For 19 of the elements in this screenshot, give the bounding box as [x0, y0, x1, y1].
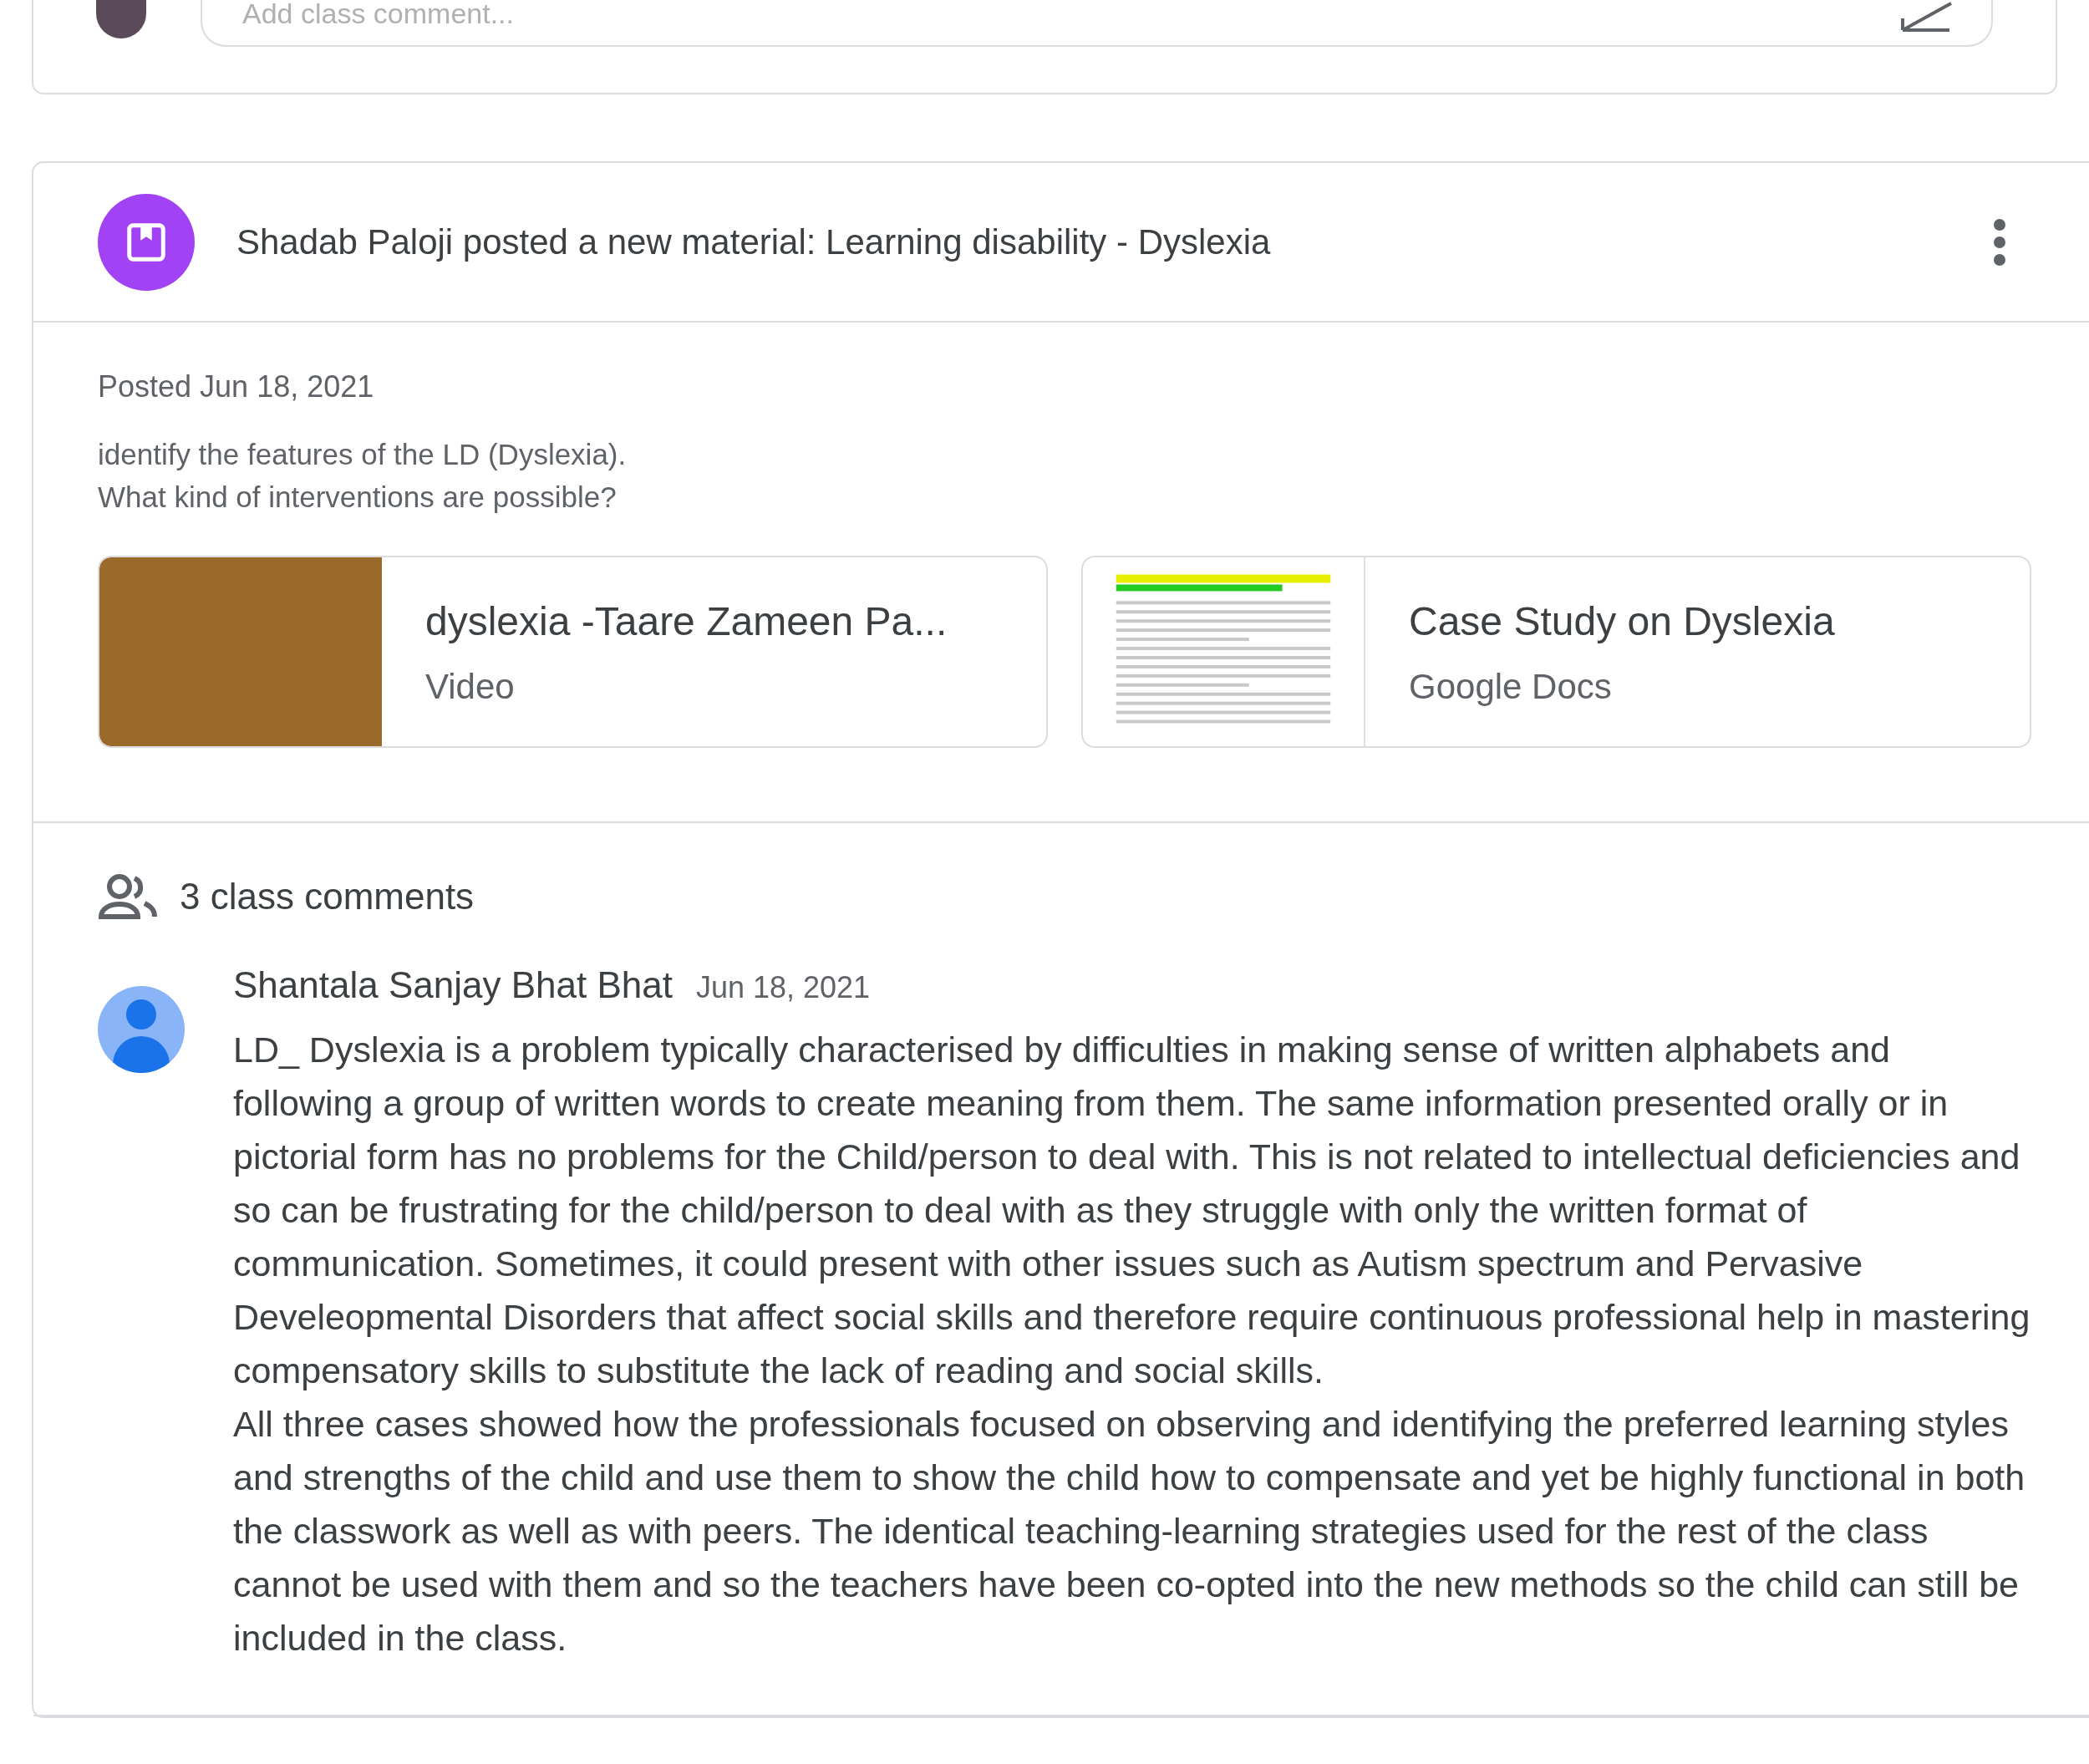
class-comments-count: 3 class comments	[180, 875, 475, 918]
comment-input[interactable]: Add class comment...	[201, 0, 1993, 47]
attachment-card[interactable]: dyslexia -Taare Zameen Pa... Video	[98, 556, 1048, 748]
more-options-icon[interactable]	[1993, 217, 2006, 267]
material-description: identify the features of the LD (Dyslexia). What kind of interventions are possible?	[98, 437, 628, 515]
attachment-title: dyslexia -Taare Zameen Pa...	[425, 597, 948, 645]
attachment-card[interactable]: Case Study on Dyslexia Google Docs	[1081, 556, 2031, 748]
attachment-type: Video	[425, 665, 516, 708]
post-title: Shadab Paloji posted a new material: Learning disability - Dyslexia	[236, 221, 1272, 263]
comment-date: Jun 18, 2021	[695, 969, 871, 1006]
send-icon[interactable]	[1901, 2, 1953, 32]
people-icon	[98, 873, 158, 920]
attachment-type: Google Docs	[1409, 665, 1613, 708]
posted-date: Posted Jun 18, 2021	[98, 369, 375, 405]
comment-text: LD_ Dyslexia is a problem typically characterised by difficulties in making sense of written alphabets and following a group of written words to create meaning from them. The same information presented orally or in pictorial form has no problems for the Child/person to deal with. This is not related to intellectual deficiencies and so can be frustrating for the child/person to deal with as they struggle with only the written format of communication. Sometimes, it could present with other issues such as Autism spectrum and Pervasive Develeopmental Disorders that affect social skills and therefore require continuous professional help in mastering compensatory skills to substitute the lack of reading and social skills.	[233, 1029, 2031, 1392]
comment-author: Shantala Sanjay Bhat Bhat	[233, 963, 673, 1007]
attachment-title: Case Study on Dyslexia	[1409, 597, 1835, 645]
avatar	[96, 0, 146, 38]
comment-text: All three cases showed how the professionals focused on observing and identifying the preferred learning styles and strengths of the child and use them to show the child how to compensate and yet be highly functional in both the classwork as well as with peers. The identical teaching-learning strategies used for the rest of the class cannot be used with them and so the teachers have been co-opted into the new methods so the child can still be included in the class.	[233, 1403, 2026, 1660]
